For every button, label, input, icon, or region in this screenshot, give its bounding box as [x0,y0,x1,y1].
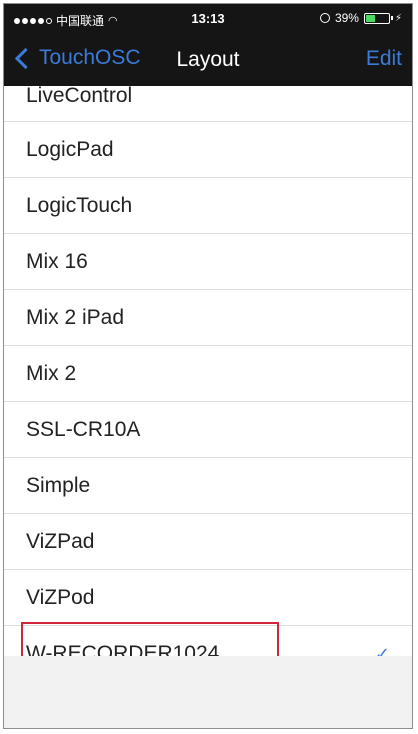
layout-row[interactable]: Simple [4,458,412,514]
navigation-bar: TouchOSC Layout Edit [4,34,412,86]
layout-row[interactable]: LogicTouch [4,178,412,234]
layout-row-label: Mix 2 iPad [26,306,125,329]
status-bar: 中国联通 ◠ 13:13 39% ⚡ [4,4,412,34]
layout-row-label: Mix 16 [26,250,88,273]
status-right-group: 39% ⚡ [319,11,402,25]
layout-row-label: Simple [26,474,91,497]
charging-icon: ⚡ [394,12,402,24]
page-title: Layout [176,48,240,71]
layout-row[interactable]: LiveControl [4,86,412,122]
layout-row[interactable]: Mix 16 [4,234,412,290]
battery-icon [363,12,393,24]
rotation-lock-icon [319,13,330,23]
list-footer-area [4,656,412,728]
layout-row-label: LogicPad [26,138,114,161]
edit-button[interactable]: Edit [366,47,402,71]
layout-row[interactable]: LogicPad [4,122,412,178]
layout-row-label: SSL-CR10A [26,418,141,441]
layout-row-label: ViZPod [26,586,95,609]
phone-screen: 中国联通 ◠ 13:13 39% ⚡ TouchOSC Layout Edit … [3,3,413,729]
layout-row-label: ViZPad [26,530,95,553]
layout-row[interactable]: ViZPod [4,570,412,626]
battery-fill [365,14,376,22]
layout-row-label: LiveControl [26,86,133,107]
layout-row[interactable]: Mix 2 [4,346,412,402]
layout-row[interactable]: SSL-CR10A [4,402,412,458]
layout-row[interactable]: Mix 2 iPad [4,290,412,346]
layout-list: LiveControl LogicPad LogicTouch Mix 16 Mix 2… [4,86,412,682]
layout-row-label: Mix 2 [26,362,77,385]
layout-row[interactable]: ViZPad [4,514,412,570]
layout-row-label: LogicTouch [26,194,133,217]
battery-percent: 39% [334,11,359,25]
